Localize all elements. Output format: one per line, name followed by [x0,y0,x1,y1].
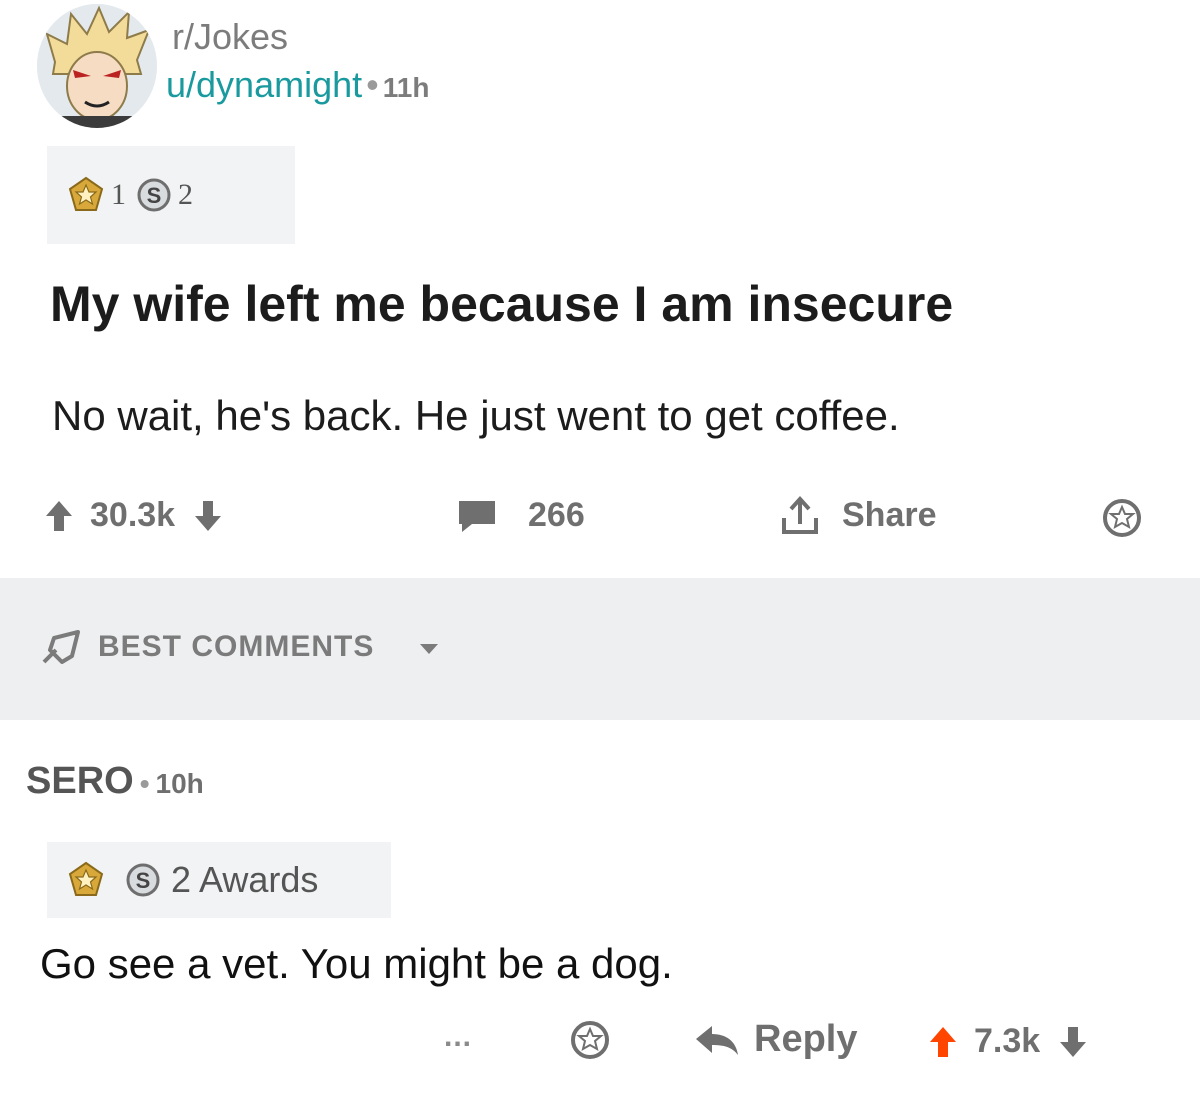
comment-icon [459,500,495,532]
comments-button[interactable]: 266 [456,496,585,535]
comment-action-bar: ... Reply 7.3k [0,1012,1200,1068]
reply-label: Reply [754,1018,858,1060]
comment-sort-bar[interactable]: BEST COMMENTS [0,578,1200,720]
rocket-icon [42,630,80,664]
upvote-icon[interactable] [928,1025,958,1059]
comment-age: 10h [155,768,204,799]
share-icon [782,496,818,534]
comment-vote-group: 7.3k [928,1022,1088,1061]
downvote-icon[interactable] [193,499,223,533]
gold-award-icon [68,861,104,896]
meta-separator: • [366,64,379,105]
save-icon[interactable] [1102,498,1142,538]
svg-text:S: S [136,868,151,893]
silver-award-icon: S [137,178,171,212]
silver-award-count: 2 [178,178,193,211]
comment-body: Go see a vet. You might be a dog. [40,940,673,987]
post-meta: u/dynamight • 11h [166,64,429,106]
post-age: 11h [382,72,430,103]
post-awards[interactable]: 1 S 2 [47,146,295,244]
silver-award-icon: S [126,863,160,897]
subreddit-name[interactable]: r/Jokes [172,16,288,58]
comment-author[interactable]: SERO [26,760,134,802]
share-button[interactable]: Share [780,494,937,536]
post-body: No wait, he's back. He just went to get … [52,392,900,439]
reply-button[interactable]: Reply [694,1018,857,1061]
avatar-image [37,4,157,128]
comment-score: 7.3k [974,1022,1041,1060]
downvote-icon[interactable] [1058,1025,1088,1059]
post-vote-group: 30.3k [44,496,223,535]
reply-icon [696,1025,738,1055]
comment-separator: • [139,768,150,799]
post-action-bar: 30.3k 266 Share [0,488,1200,544]
avatar[interactable] [37,4,157,128]
share-label: Share [842,495,937,534]
caret-down-icon [420,644,438,654]
post-author[interactable]: u/dynamight [166,64,362,105]
comment-count: 266 [528,496,585,534]
more-options-button[interactable]: ... [444,1020,472,1054]
comment-awards-label: 2 Awards [171,859,319,900]
comment-meta: SERO • 10h [26,760,204,803]
comment-awards[interactable]: S 2 Awards [47,842,391,918]
upvote-icon[interactable] [44,499,74,533]
svg-text:S: S [147,183,162,208]
sort-label: BEST COMMENTS [98,630,375,663]
gold-award-icon [68,176,104,211]
save-icon[interactable] [570,1020,610,1060]
gold-award-count: 1 [111,178,126,211]
post-title[interactable]: My wife left me because I am insecure [50,275,953,333]
post-score: 30.3k [90,496,176,534]
